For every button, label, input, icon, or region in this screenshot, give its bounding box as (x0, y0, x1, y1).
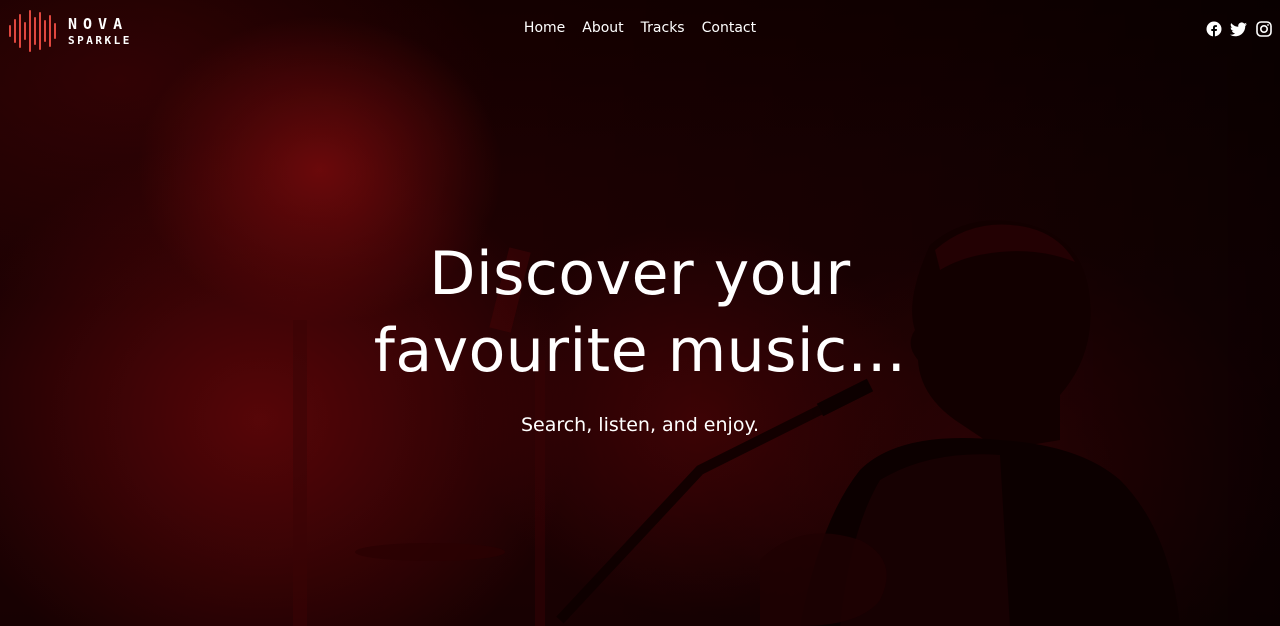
sound-wave-icon (9, 10, 56, 52)
hero-title: Discover your favourite music... (0, 236, 1280, 390)
brand-name: NOVA SPARKLE (68, 14, 132, 47)
hero-title-line-1: Discover your (429, 239, 851, 309)
instagram-icon[interactable] (1255, 21, 1272, 38)
nav-link-contact[interactable]: Contact (702, 20, 756, 36)
brand-logo[interactable]: NOVA SPARKLE (8, 6, 132, 56)
page: NOVA SPARKLE Home About Tracks Contact D… (0, 0, 1280, 626)
hero-title-line-2: favourite music... (373, 316, 907, 386)
brand-name-top: NOVA (68, 14, 129, 33)
hero-subtitle: Search, listen, and enjoy. (520, 414, 760, 436)
hero-section: Discover your favourite music... Search,… (0, 236, 1280, 436)
nav-link-about[interactable]: About (582, 20, 623, 36)
nav-link-home[interactable]: Home (524, 20, 565, 36)
site-header: NOVA SPARKLE Home About Tracks Contact (0, 0, 1280, 62)
main-nav: Home About Tracks Contact (524, 20, 756, 36)
social-links (1205, 21, 1272, 38)
facebook-icon[interactable] (1205, 21, 1222, 38)
twitter-icon[interactable] (1230, 21, 1247, 38)
brand-name-bottom: SPARKLE (68, 33, 132, 47)
nav-link-tracks[interactable]: Tracks (641, 20, 685, 36)
